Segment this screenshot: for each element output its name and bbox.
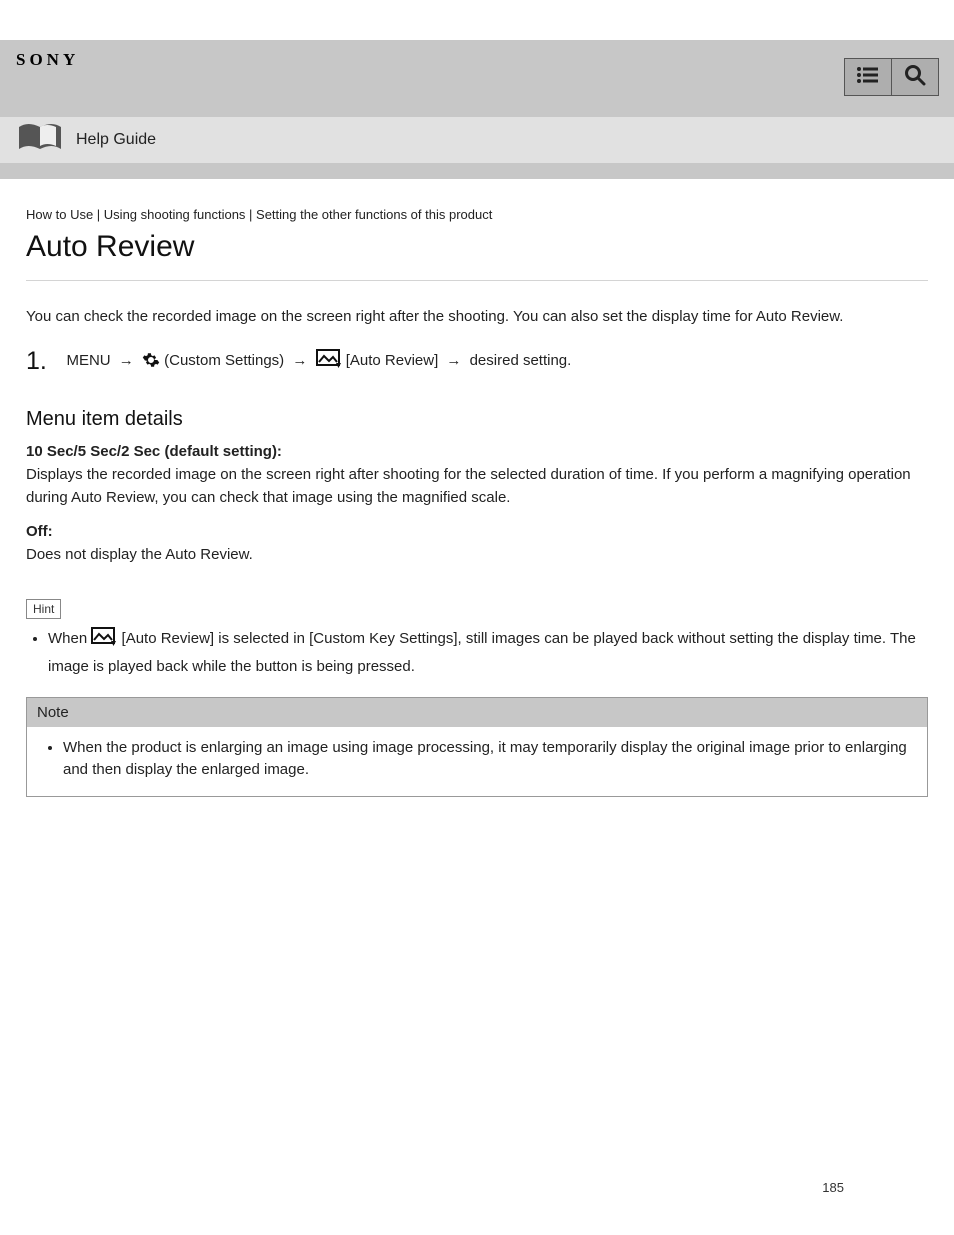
search-button[interactable] <box>891 58 939 96</box>
hint-list: When [Auto Review] is selected in [Custo… <box>26 627 928 679</box>
menu-item2-title: Off: <box>26 523 928 540</box>
hint-tag: Hint <box>26 599 61 619</box>
manual-title: Help Guide <box>76 131 156 149</box>
step-tail: desired setting. <box>470 352 572 369</box>
menu-item1-body: Displays the recorded image on the scree… <box>26 464 928 509</box>
header-actions <box>844 58 939 96</box>
brand-logo: SONY <box>16 50 938 70</box>
search-icon <box>904 64 926 91</box>
arrow-icon: → <box>288 352 311 369</box>
header-bar: SONY <box>0 40 954 117</box>
book-icon <box>16 121 64 160</box>
list-icon <box>857 67 879 88</box>
divider <box>26 280 928 281</box>
page-number: 185 <box>822 1180 844 1195</box>
hint-item: When [Auto Review] is selected in [Custo… <box>48 627 928 679</box>
note-item: When the product is enlarging an image u… <box>63 737 913 782</box>
page-title: Auto Review <box>26 230 928 264</box>
step-number: 1. <box>26 347 62 376</box>
step-auto-review: [Auto Review] <box>346 352 439 369</box>
menu-item1-title: 10 Sec/5 Sec/2 Sec (default setting): <box>26 443 928 460</box>
arrow-icon: → <box>442 352 465 369</box>
menu-details-heading: Menu item details <box>26 408 928 431</box>
lead-text: You can check the recorded image on the … <box>26 305 928 329</box>
menu-item2-body: Does not display the Auto Review. <box>26 544 928 567</box>
step-row: 1. MENU → (Custom Settings) → <box>26 347 928 378</box>
breadcrumb: How to Use | Using shooting functions | … <box>26 207 928 222</box>
step-menu-label: MENU <box>66 352 110 369</box>
gear-icon <box>142 351 160 378</box>
hint-mid: [Auto Review] is selected in [Custom Key… <box>48 630 916 675</box>
note-heading: Note <box>27 698 927 727</box>
subheader-bar: Help Guide <box>0 117 954 163</box>
auto-review-icon <box>316 349 342 378</box>
arrow-icon: → <box>115 352 138 369</box>
auto-review-icon <box>91 627 117 655</box>
note-box: Note When the product is enlarging an im… <box>26 697 928 797</box>
step-custom-settings: (Custom Settings) <box>164 352 284 369</box>
hint-pre: When <box>48 630 91 647</box>
toc-button[interactable] <box>844 58 892 96</box>
